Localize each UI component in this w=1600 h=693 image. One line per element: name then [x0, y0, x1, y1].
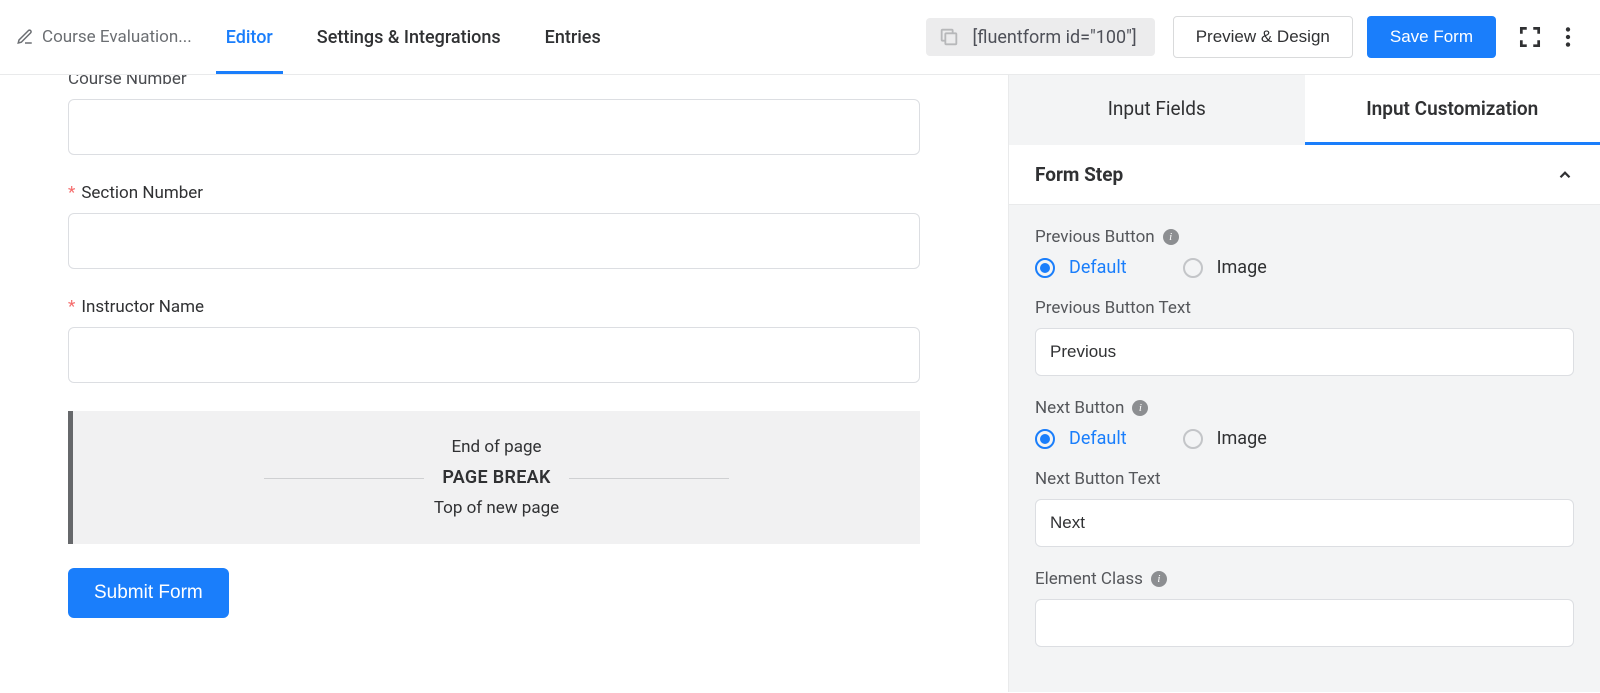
info-icon[interactable]: i — [1151, 571, 1167, 587]
submit-button[interactable]: Submit Form — [68, 568, 229, 618]
info-icon[interactable]: i — [1132, 400, 1148, 416]
field-course-number[interactable]: Course Number — [68, 75, 920, 155]
main: Course Number *Section Number *Instructo… — [0, 75, 1600, 692]
radio-next-image[interactable]: Image — [1183, 428, 1267, 449]
fullscreen-icon — [1517, 24, 1543, 50]
field-instructor-name[interactable]: *Instructor Name — [68, 297, 920, 383]
preview-design-button[interactable]: Preview & Design — [1173, 16, 1353, 58]
tab-entries[interactable]: Entries — [545, 2, 601, 73]
panel-form-step-header[interactable]: Form Step — [1009, 145, 1600, 205]
previous-button-type: Default Image — [1035, 257, 1574, 278]
topbar: Course Evaluation... Editor Settings & I… — [0, 0, 1600, 75]
field-label: *Instructor Name — [68, 297, 920, 317]
shortcode-text: [fluentform id="100"] — [972, 27, 1136, 48]
text-input[interactable] — [68, 99, 920, 155]
tab-input-fields[interactable]: Input Fields — [1009, 75, 1305, 145]
more-menu-button[interactable] — [1552, 21, 1584, 53]
text-input[interactable] — [68, 213, 920, 269]
field-label: *Section Number — [68, 183, 920, 203]
field-section-number[interactable]: *Section Number — [68, 183, 920, 269]
sidebar-tabs: Input Fields Input Customization — [1009, 75, 1600, 145]
info-icon[interactable]: i — [1163, 229, 1179, 245]
radio-prev-image[interactable]: Image — [1183, 257, 1267, 278]
fullscreen-button[interactable] — [1514, 21, 1546, 53]
main-tabs: Editor Settings & Integrations Entries — [226, 2, 601, 73]
form-canvas: Course Number *Section Number *Instructo… — [0, 75, 1008, 692]
next-button-type: Default Image — [1035, 428, 1574, 449]
end-of-page-label: End of page — [73, 437, 920, 457]
panel-title: Form Step — [1035, 163, 1123, 186]
previous-button-text-label: Previous Button Text — [1035, 298, 1574, 318]
radio-prev-default[interactable]: Default — [1035, 257, 1127, 278]
next-button-text-label: Next Button Text — [1035, 469, 1574, 489]
tab-editor[interactable]: Editor — [226, 2, 273, 73]
top-of-page-label: Top of new page — [73, 498, 920, 518]
tab-settings[interactable]: Settings & Integrations — [317, 2, 501, 73]
page-break-label: PAGE BREAK — [424, 467, 568, 488]
next-button-text-input[interactable] — [1035, 499, 1574, 547]
tab-input-customization[interactable]: Input Customization — [1305, 75, 1600, 145]
edit-icon — [16, 28, 34, 46]
element-class-input[interactable] — [1035, 599, 1574, 647]
next-button-label: Next Button i — [1035, 398, 1574, 418]
field-label: Course Number — [68, 75, 920, 89]
form-name-text: Course Evaluation... — [42, 27, 192, 47]
more-vertical-icon — [1555, 24, 1581, 50]
text-input[interactable] — [68, 327, 920, 383]
element-class-label: Element Class i — [1035, 569, 1574, 589]
chevron-up-icon — [1556, 166, 1574, 184]
shortcode-copy[interactable]: [fluentform id="100"] — [926, 18, 1154, 56]
form-name[interactable]: Course Evaluation... — [16, 27, 192, 47]
page-break-element[interactable]: End of page PAGE BREAK Top of new page — [68, 411, 920, 544]
panel-form-step-body: Previous Button i Default Image Previous… — [1009, 205, 1600, 692]
sidebar: Input Fields Input Customization Form St… — [1008, 75, 1600, 692]
save-form-button[interactable]: Save Form — [1367, 16, 1496, 58]
radio-next-default[interactable]: Default — [1035, 428, 1127, 449]
copy-icon — [938, 26, 960, 48]
previous-button-label: Previous Button i — [1035, 227, 1574, 247]
previous-button-text-input[interactable] — [1035, 328, 1574, 376]
